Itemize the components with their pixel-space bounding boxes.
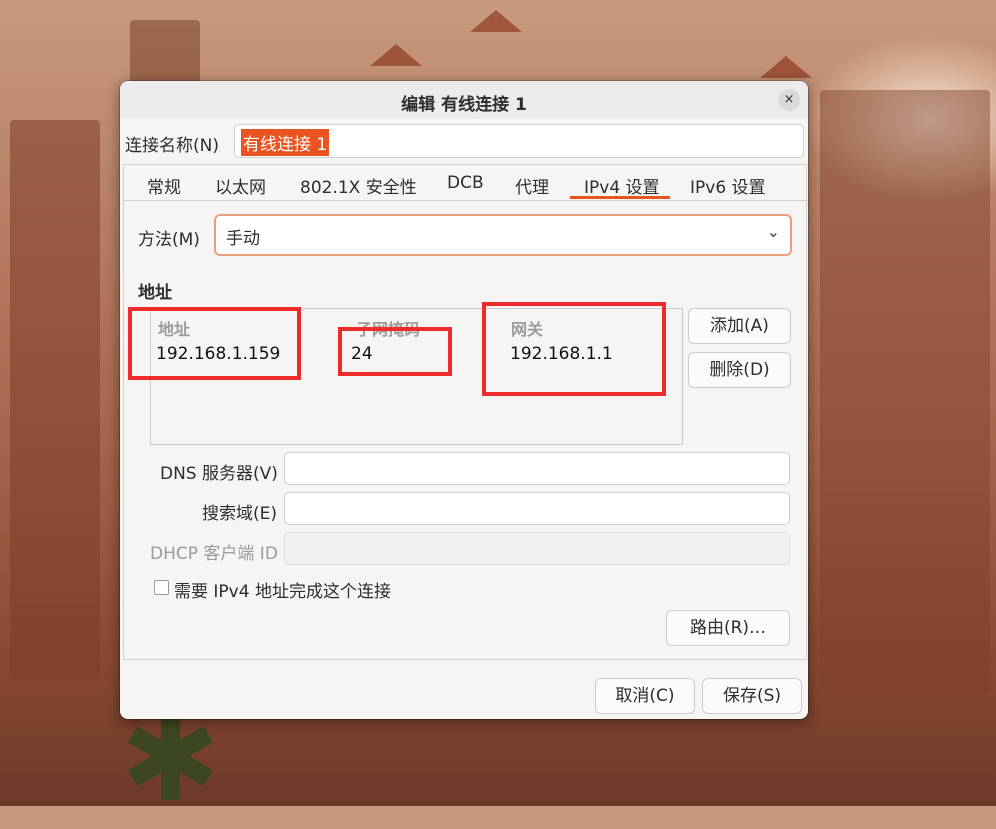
tab-8021x-security[interactable]: 802.1X 安全性 (300, 173, 417, 198)
require-ipv4-checkbox[interactable] (154, 580, 169, 595)
tab-general[interactable]: 常规 (147, 173, 181, 198)
active-tab-indicator (570, 196, 670, 199)
add-address-button[interactable]: 添加(A) (688, 308, 791, 344)
tab-ipv4-settings[interactable]: IPv4 设置 (584, 173, 660, 198)
dialog-titlebar[interactable]: 编辑 有线连接 1 × (120, 81, 808, 119)
tab-ipv6-settings[interactable]: IPv6 设置 (690, 173, 766, 198)
chevron-down-icon: ⌄ (766, 222, 780, 241)
address-highlight-box (128, 307, 301, 380)
edit-connection-dialog: 编辑 有线连接 1 × 连接名称(N) 有线连接 1 常规 以太网 802.1X… (120, 81, 808, 719)
routes-button[interactable]: 路由(R)… (666, 610, 790, 646)
dhcp-client-id-label: DHCP 客户端 ID (150, 544, 278, 564)
tab-dcb[interactable]: DCB (447, 173, 484, 193)
close-icon[interactable]: × (778, 89, 800, 111)
tab-proxy[interactable]: 代理 (515, 173, 549, 198)
dhcp-client-id-input (284, 532, 790, 565)
dns-servers-label: DNS 服务器(V) (160, 464, 278, 484)
tab-ethernet[interactable]: 以太网 (215, 173, 266, 198)
search-domains-input[interactable] (284, 492, 790, 525)
search-domains-label: 搜索域(E) (202, 504, 278, 524)
dns-servers-input[interactable] (284, 452, 790, 485)
connection-name-input[interactable]: 有线连接 1 (234, 124, 804, 158)
require-ipv4-label[interactable]: 需要 IPv4 地址完成这个连接 (174, 577, 391, 602)
save-button[interactable]: 保存(S) (702, 678, 802, 714)
cancel-button[interactable]: 取消(C) (595, 678, 695, 714)
method-value: 手动 (226, 229, 260, 249)
dialog-title: 编辑 有线连接 1 (401, 95, 527, 115)
method-label: 方法(M) (138, 230, 200, 250)
address-section-heading: 地址 (138, 283, 172, 303)
method-select[interactable]: 手动 ⌄ (214, 214, 792, 256)
gateway-highlight-box (482, 302, 666, 396)
netmask-highlight-box (338, 327, 452, 376)
delete-address-button[interactable]: 删除(D) (688, 352, 791, 388)
connection-name-label: 连接名称(N) (125, 136, 219, 156)
connection-name-text: 有线连接 1 (241, 129, 330, 156)
tab-bar: 常规 以太网 802.1X 安全性 DCB 代理 IPv4 设置 IPv6 设置 (123, 164, 807, 201)
